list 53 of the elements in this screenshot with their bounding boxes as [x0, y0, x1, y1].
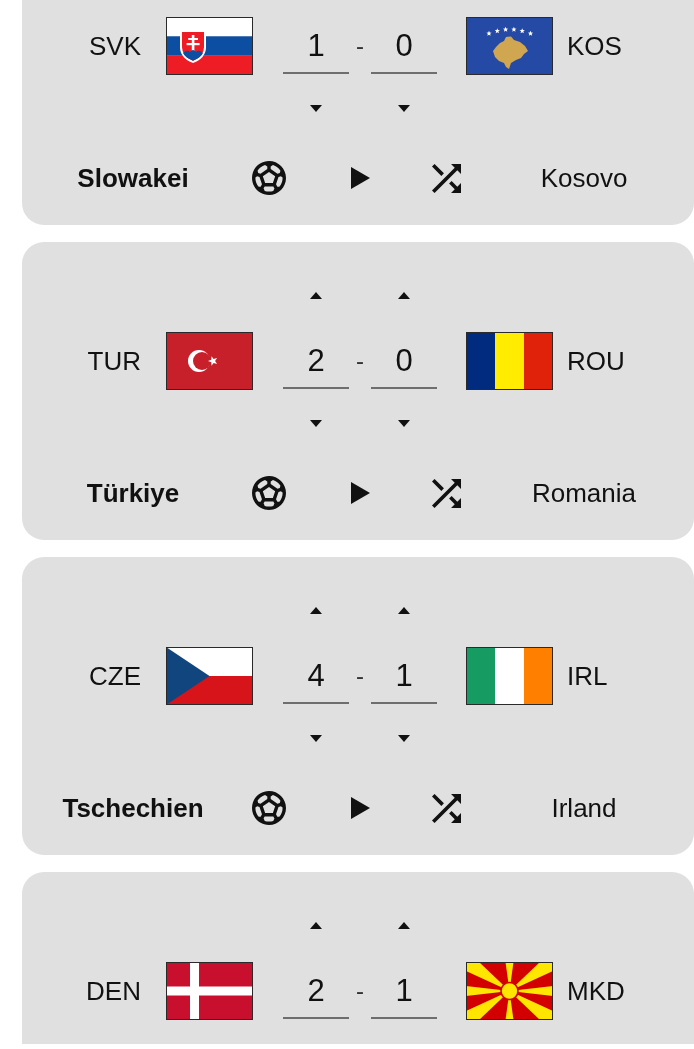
play-button[interactable]: [351, 482, 370, 504]
caret-up-icon: [310, 291, 322, 299]
score-field[interactable]: 0: [371, 18, 437, 74]
caret-up-icon: [398, 291, 410, 299]
score-separator: -: [355, 664, 365, 688]
caret-up-icon: [398, 606, 410, 614]
score-field[interactable]: 2: [283, 333, 349, 389]
play-button[interactable]: [351, 797, 370, 819]
team-code: MKD: [567, 978, 625, 1004]
team-name: Romania: [530, 477, 638, 510]
caret-down-icon: [310, 104, 322, 112]
play-icon: [351, 482, 370, 504]
caret-up-icon: [310, 606, 322, 614]
caret-up-icon: [398, 921, 410, 929]
shuffle-icon: [432, 478, 461, 508]
play-button[interactable]: [351, 167, 370, 189]
team-code: KOS: [567, 33, 622, 59]
shuffle-button[interactable]: [432, 793, 461, 823]
score-field[interactable]: 2: [283, 963, 349, 1019]
team-code: ROU: [567, 348, 625, 374]
team-code: DEN: [85, 978, 141, 1004]
caret-down-icon: [310, 419, 322, 427]
caret-up-icon: [310, 921, 322, 929]
team-name: Türkiye: [85, 477, 181, 510]
team-code: CZE: [88, 663, 141, 689]
score-field[interactable]: 4: [283, 648, 349, 704]
score-field[interactable]: 1: [371, 648, 437, 704]
team-name: Irland: [550, 792, 618, 825]
team-code: TUR: [86, 348, 141, 374]
soccer-ball-button[interactable]: [252, 476, 286, 510]
play-icon: [351, 797, 370, 819]
soccer-ball-button[interactable]: [252, 161, 286, 195]
caret-down-icon: [398, 419, 410, 427]
team-name: Tschechien: [61, 792, 205, 825]
team-code: IRL: [567, 663, 608, 689]
shuffle-icon: [432, 163, 461, 193]
score-separator: -: [355, 34, 365, 58]
caret-down-icon: [398, 734, 410, 742]
shuffle-button[interactable]: [432, 163, 461, 193]
team-name: Slowakei: [76, 162, 190, 195]
caret-down-icon: [310, 734, 322, 742]
shuffle-icon: [432, 793, 461, 823]
soccer-ball-button[interactable]: [252, 791, 286, 825]
score-separator: -: [355, 349, 365, 373]
team-name: Kosovo: [539, 162, 629, 195]
score-field[interactable]: 0: [371, 333, 437, 389]
score-field[interactable]: 1: [371, 963, 437, 1019]
score-field[interactable]: 1: [283, 18, 349, 74]
score-separator: -: [355, 979, 365, 1003]
shuffle-button[interactable]: [432, 478, 461, 508]
play-icon: [351, 167, 370, 189]
team-code: SVK: [87, 33, 141, 59]
caret-down-icon: [398, 104, 410, 112]
